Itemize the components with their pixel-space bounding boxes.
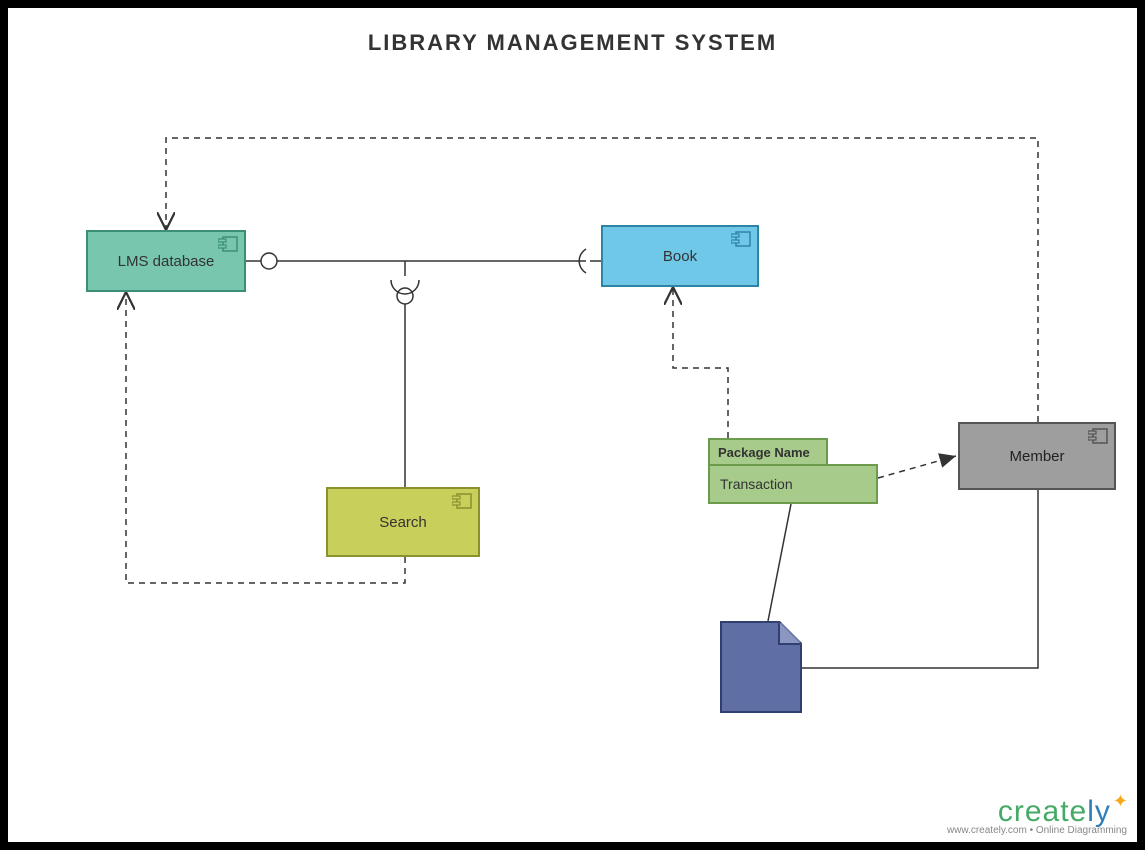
package-transaction: Package Name Transaction — [708, 438, 878, 504]
connector-search-interface — [391, 261, 419, 487]
brand-tagline: www.creately.com • Online Diagramming — [947, 825, 1127, 836]
artifact-document — [720, 621, 802, 713]
diagram-frame: LIBRARY MANAGEMENT SYSTEM — [0, 0, 1145, 850]
brand-logo: creately✦ — [947, 795, 1127, 829]
component-label: Search — [373, 514, 433, 531]
component-book: Book — [601, 225, 759, 287]
bulb-icon: ✦ — [1113, 791, 1129, 811]
component-icon — [731, 231, 751, 247]
component-search: Search — [326, 487, 480, 557]
component-label: Member — [1003, 448, 1070, 465]
connector-package-book — [673, 287, 728, 438]
document-fold-icon — [778, 621, 802, 645]
package-body: Transaction — [708, 464, 878, 504]
connector-document-member — [802, 490, 1038, 668]
component-lms-database: LMS database — [86, 230, 246, 292]
component-label: LMS database — [112, 253, 221, 270]
diagram-canvas: LMS database Book Search Member — [8, 8, 1137, 842]
connector-package-document — [768, 504, 791, 621]
brand-text-right: ly — [1087, 795, 1111, 828]
component-icon — [452, 493, 472, 509]
component-member: Member — [958, 422, 1116, 490]
component-label: Book — [657, 248, 703, 265]
component-icon — [218, 236, 238, 252]
connector-package-member — [878, 456, 956, 478]
brand-text-left: create — [998, 795, 1087, 828]
connector-lms-book — [246, 249, 601, 273]
package-name-tab: Package Name — [708, 438, 828, 466]
component-icon — [1088, 428, 1108, 444]
footer: creately✦ www.creately.com • Online Diag… — [947, 795, 1127, 836]
